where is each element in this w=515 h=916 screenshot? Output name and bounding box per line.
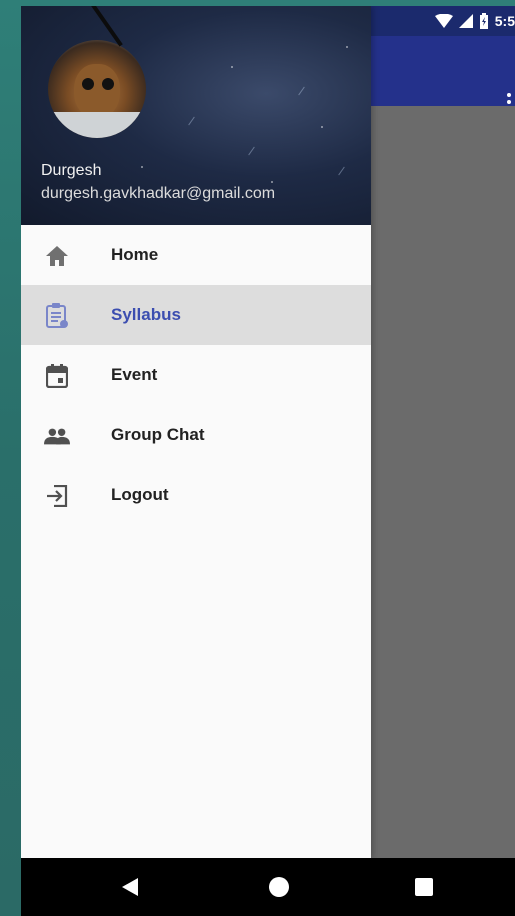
drawer-menu: Home Syllabus Event Group Chat Logout [21, 225, 371, 525]
menu-label: Group Chat [111, 425, 205, 444]
user-email: durgesh.gavkhadkar@gmail.com [41, 185, 276, 202]
menu-item-logout[interactable]: Logout [21, 465, 371, 525]
drawer-header: Durgesh durgesh.gavkhadkar@gmail.com [21, 6, 371, 225]
logout-icon [44, 483, 70, 509]
recents-icon[interactable] [415, 878, 433, 896]
avatar[interactable] [48, 40, 146, 138]
home-icon [44, 243, 70, 269]
clipboard-icon [44, 303, 70, 329]
system-navigation-bar [21, 858, 515, 916]
menu-label: Logout [111, 485, 169, 504]
menu-label: Event [111, 365, 158, 384]
signal-icon [458, 14, 473, 28]
menu-item-group-chat[interactable]: Group Chat [21, 405, 371, 465]
menu-item-syllabus[interactable]: Syllabus [21, 285, 371, 345]
menu-label: Syllabus [111, 305, 181, 324]
calendar-icon [44, 363, 70, 389]
user-name: Durgesh [41, 162, 102, 179]
back-icon[interactable] [122, 878, 138, 896]
wifi-icon [434, 14, 453, 28]
home-button-icon[interactable] [269, 877, 289, 897]
status-icons: 5:5 [434, 12, 515, 30]
menu-item-event[interactable]: Event [21, 345, 371, 405]
battery-icon [479, 13, 488, 29]
phone-screen: 5:5 Durgesh durgesh.gavkhadkar@gmail.com… [21, 6, 515, 916]
navigation-drawer: Durgesh durgesh.gavkhadkar@gmail.com Hom… [21, 6, 371, 858]
group-icon [44, 423, 70, 449]
status-time: 5:5 [494, 13, 515, 29]
menu-item-home[interactable]: Home [21, 225, 371, 285]
menu-label: Home [111, 245, 159, 264]
